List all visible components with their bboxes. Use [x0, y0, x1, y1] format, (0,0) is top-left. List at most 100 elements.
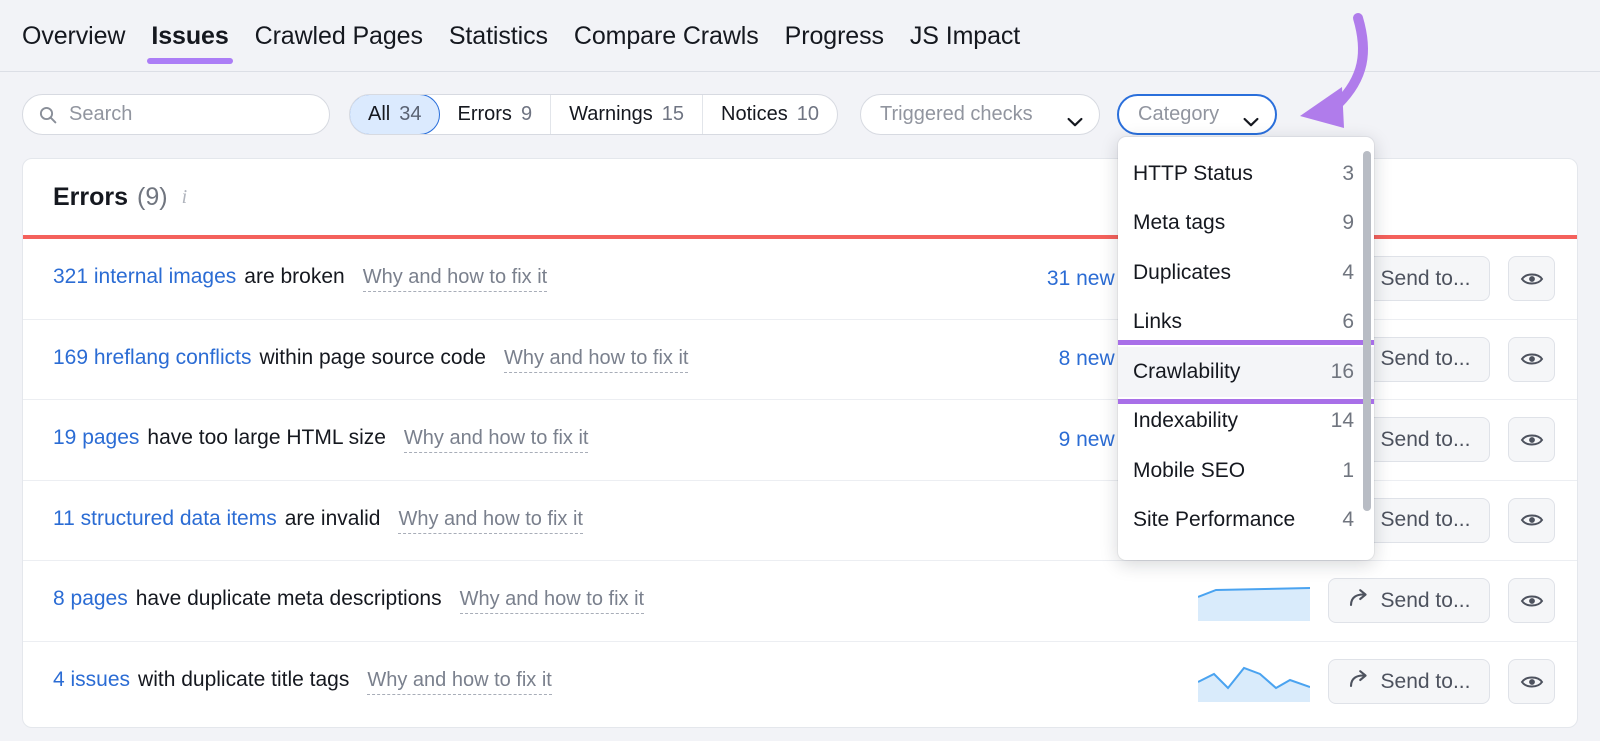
- issue-trend-sparkline: [1198, 662, 1310, 702]
- category-label: Category: [1138, 103, 1220, 125]
- issue-count-link[interactable]: 11 structured data items: [53, 507, 277, 531]
- issue-count-link[interactable]: 8 pages: [53, 587, 128, 611]
- category-menu-item-indexability[interactable]: Indexability 14: [1118, 397, 1374, 447]
- nav-tab-overview[interactable]: Overview: [22, 0, 138, 72]
- category-item-label: Mobile SEO: [1133, 458, 1246, 482]
- segment-count: 10: [796, 103, 819, 125]
- table-row: 8 pages have duplicate meta descriptions W…: [23, 561, 1577, 642]
- category-item-label: Meta tags: [1133, 211, 1226, 235]
- issue-type-segmented-control: All 34 Errors 9 Warnings 15 Notices 10: [349, 94, 838, 135]
- segment-label: Notices: [721, 103, 788, 125]
- nav-tab-statistics[interactable]: Statistics: [436, 0, 561, 72]
- send-to-label: Send to...: [1380, 588, 1471, 612]
- nav-tab-progress[interactable]: Progress: [772, 0, 897, 72]
- why-and-how-to-fix-it-link[interactable]: Why and how to fix it: [503, 347, 689, 373]
- category-dropdown-button[interactable]: Category: [1117, 94, 1277, 135]
- chevron-down-icon: [1243, 110, 1259, 126]
- issue-text: are broken: [244, 265, 345, 289]
- issue-description: 19 pages have too large HTML size Why and …: [53, 426, 589, 454]
- search-icon: [39, 106, 57, 124]
- menu-scrollbar[interactable]: [1363, 151, 1371, 511]
- category-item-count: 4: [1342, 260, 1354, 284]
- category-item-count: 3: [1342, 161, 1354, 185]
- category-item-count: 6: [1342, 310, 1354, 334]
- issue-text: within page source code: [259, 345, 486, 369]
- segment-count: 15: [661, 103, 685, 125]
- category-item-count: 1: [1342, 458, 1354, 482]
- why-and-how-to-fix-it-link[interactable]: Why and how to fix it: [398, 508, 583, 534]
- segment-label: Errors: [457, 103, 512, 125]
- category-menu-item-site-performance[interactable]: Site Performance 4: [1118, 496, 1374, 546]
- category-item-label: Indexability: [1133, 409, 1239, 433]
- why-and-how-to-fix-it-link[interactable]: Why and how to fix it: [459, 588, 645, 615]
- why-and-how-to-fix-it-link[interactable]: Why and how to fix it: [362, 266, 548, 293]
- top-navigation-bar: Overview Issues Crawled Pages Statistics Com…: [0, 0, 1600, 72]
- category-menu-item-crawlability[interactable]: Crawlability 16: [1118, 340, 1374, 404]
- eye-icon[interactable]: [1508, 578, 1555, 624]
- segment-label: All: [368, 103, 391, 125]
- table-row: 4 issues with duplicate title tags Why and…: [23, 642, 1577, 723]
- search-input[interactable]: Search: [22, 94, 330, 135]
- issue-trend-sparkline: [1198, 581, 1310, 621]
- category-dropdown-menu: HTTP Status 3 Meta tags 9 Duplicates 4 Links 6 C…: [1118, 137, 1374, 560]
- issue-count-link[interactable]: 19 pages: [53, 426, 139, 450]
- search-placeholder: Search: [69, 103, 133, 125]
- issue-count-link[interactable]: 4 issues: [53, 668, 130, 692]
- issue-count-link[interactable]: 169 hreflang conflicts: [53, 346, 251, 370]
- category-menu-item-mobile-seo[interactable]: Mobile SEO 1: [1118, 446, 1374, 496]
- category-item-label: Duplicates: [1133, 260, 1232, 284]
- segment-errors[interactable]: Errors 9: [439, 95, 552, 134]
- info-icon[interactable]: i: [182, 186, 188, 209]
- nav-tab-list: Overview Issues Crawled Pages Statistics Com…: [0, 0, 1600, 72]
- category-item-count: 14: [1330, 409, 1354, 433]
- why-and-how-to-fix-it-link[interactable]: Why and how to fix it: [367, 669, 552, 696]
- send-to-button[interactable]: Send to...: [1328, 578, 1490, 624]
- triggered-checks-dropdown[interactable]: Triggered checks: [860, 94, 1100, 135]
- row-actions: Send to...: [1198, 659, 1555, 705]
- category-item-count: 4: [1342, 508, 1354, 532]
- triggered-checks-label: Triggered checks: [880, 103, 1033, 125]
- category-item-count: 16: [1330, 359, 1354, 383]
- segment-count: 34: [399, 103, 422, 125]
- category-menu-item-http-status[interactable]: HTTP Status 3: [1118, 149, 1374, 199]
- eye-icon[interactable]: [1508, 417, 1555, 463]
- segment-all[interactable]: All 34: [350, 95, 441, 134]
- issue-description: 4 issues with duplicate title tags Why and…: [53, 668, 552, 696]
- send-to-label: Send to...: [1380, 669, 1471, 693]
- eye-icon[interactable]: [1508, 659, 1555, 705]
- nav-tab-compare-crawls[interactable]: Compare Crawls: [561, 0, 772, 72]
- issue-text: with duplicate title tags: [138, 668, 350, 692]
- issue-description: 169 hreflang conflicts within page source…: [53, 345, 689, 373]
- category-item-count: 9: [1342, 211, 1354, 235]
- issue-description: 8 pages have duplicate meta descriptions W…: [53, 587, 645, 615]
- segment-label: Warnings: [569, 103, 653, 125]
- category-menu-item-links[interactable]: Links 6: [1118, 298, 1374, 348]
- eye-icon[interactable]: [1508, 256, 1555, 302]
- issue-description: 11 structured data items are invalid Why a…: [53, 507, 583, 534]
- segment-notices[interactable]: Notices 10: [703, 95, 837, 134]
- row-actions: Send to...: [1198, 578, 1555, 624]
- nav-tab-issues[interactable]: Issues: [138, 0, 241, 72]
- eye-icon[interactable]: [1508, 497, 1555, 543]
- category-item-label: HTTP Status: [1133, 161, 1253, 185]
- issue-text: are invalid: [284, 506, 381, 530]
- send-to-button[interactable]: Send to...: [1328, 659, 1490, 705]
- nav-tab-js-impact[interactable]: JS Impact: [897, 0, 1033, 72]
- category-item-label: Links: [1133, 310, 1183, 334]
- nav-tab-crawled-pages[interactable]: Crawled Pages: [242, 0, 436, 72]
- send-to-label: Send to...: [1380, 508, 1471, 532]
- send-to-label: Send to...: [1380, 427, 1471, 451]
- share-arrow-icon: [1348, 669, 1370, 695]
- category-menu-item-duplicates[interactable]: Duplicates 4: [1118, 248, 1374, 298]
- page-title: Errors: [53, 182, 129, 211]
- category-menu-list: HTTP Status 3 Meta tags 9 Duplicates 4 Links 6 C…: [1118, 149, 1374, 545]
- panel-issue-count: (9): [137, 182, 168, 211]
- issue-count-link[interactable]: 321 internal images: [53, 265, 236, 289]
- issue-description: 321 internal images are broken Why and how…: [53, 265, 548, 293]
- issue-text: have duplicate meta descriptions: [135, 587, 442, 611]
- category-item-label: Site Performance: [1133, 508, 1296, 532]
- segment-warnings[interactable]: Warnings 15: [551, 95, 704, 134]
- why-and-how-to-fix-it-link[interactable]: Why and how to fix it: [403, 427, 589, 454]
- category-menu-item-meta-tags[interactable]: Meta tags 9: [1118, 199, 1374, 249]
- eye-icon[interactable]: [1508, 336, 1555, 382]
